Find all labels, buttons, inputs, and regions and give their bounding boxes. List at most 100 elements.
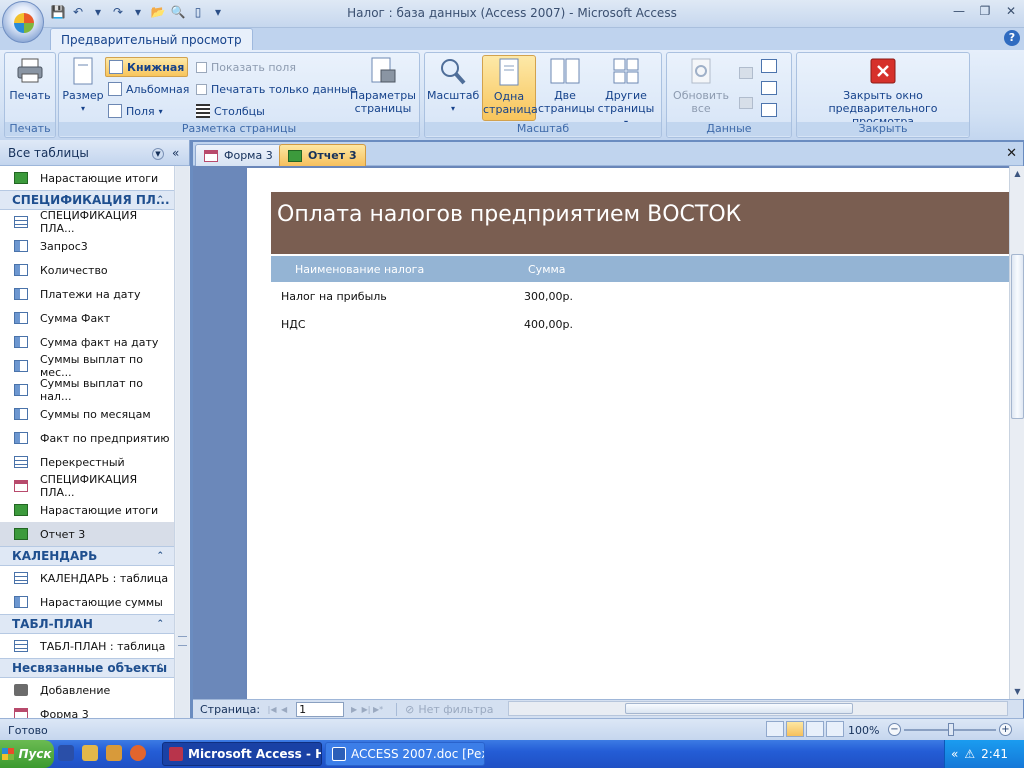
print-preview-view-icon[interactable] <box>786 721 804 737</box>
landscape-button[interactable]: Альбомная <box>105 79 192 99</box>
export-word-icon[interactable] <box>761 59 777 73</box>
layout-view-icon[interactable] <box>806 721 824 737</box>
nav-item[interactable]: Нарастающие итоги <box>0 498 174 522</box>
preview-horizontal-scrollbar[interactable] <box>508 701 1008 716</box>
print-data-only-checkbox[interactable]: Печатать только данные <box>193 79 360 99</box>
margins-dropdown-icon: ▾ <box>158 106 163 116</box>
report-icon <box>288 149 302 162</box>
close-icon[interactable]: ✕ <box>1002 3 1020 19</box>
group-data: Обновить все Данные <box>666 52 792 138</box>
zoom-out-icon[interactable]: − <box>888 723 901 736</box>
prev-page-icon[interactable]: ◀ <box>278 705 290 714</box>
nav-group-header[interactable]: СПЕЦИФИКАЦИЯ ПЛ... ⌃ <box>0 190 174 210</box>
report-view-icon[interactable] <box>766 721 784 737</box>
new-page-icon[interactable]: ▶* <box>372 705 384 714</box>
size-button[interactable]: Размер ▾ <box>61 55 105 115</box>
nav-scrollbar[interactable] <box>174 166 190 718</box>
nav-collapse-icon[interactable]: « <box>172 146 179 160</box>
tray-expand-icon[interactable]: « <box>951 747 958 761</box>
margins-button[interactable]: Поля ▾ <box>105 101 166 121</box>
next-page-icon[interactable]: ▶ <box>348 705 360 714</box>
columns-button[interactable]: Столбцы <box>193 101 268 121</box>
warning-icon[interactable]: ⚠ <box>964 747 975 761</box>
filter-indicator[interactable]: ⊘ Нет фильтра <box>396 702 493 716</box>
chevron-up-icon[interactable]: ⌃ <box>156 619 164 629</box>
design-view-icon[interactable] <box>826 721 844 737</box>
nav-item[interactable]: Суммы по месяцам <box>0 402 174 426</box>
nav-item[interactable]: Добавление <box>0 678 174 702</box>
nav-item[interactable]: ТАБЛ-ПЛАН : таблица <box>0 634 174 658</box>
row-tax-name: НДС <box>281 318 306 331</box>
scroll-down-icon[interactable]: ▼ <box>1011 684 1024 699</box>
nav-dropdown-icon[interactable]: ▼ <box>152 148 164 160</box>
nav-item[interactable]: Нарастающие итоги <box>0 166 174 190</box>
nav-group-header[interactable]: КАЛЕНДАРЬ ⌃ <box>0 546 174 566</box>
restore-icon[interactable]: ❐ <box>976 3 994 19</box>
nav-list: Нарастающие итоги СПЕЦИФИКАЦИЯ ПЛ... ⌃ СПЕЦ… <box>0 166 174 718</box>
search-icon[interactable] <box>82 745 98 761</box>
zoom-button[interactable]: Масштаб ▾ <box>427 55 479 115</box>
two-pages-button[interactable]: Две страницы <box>538 55 595 115</box>
vertical-scroll-thumb[interactable] <box>1011 254 1024 419</box>
export-text-icon[interactable] <box>739 97 753 109</box>
show-margins-checkbox[interactable]: Показать поля <box>193 57 299 77</box>
nav-header[interactable]: Все таблицы ▼ « <box>0 140 189 166</box>
print-button[interactable]: Печать <box>7 55 53 102</box>
chevron-up-icon[interactable]: ⌃ <box>156 551 164 561</box>
nav-item[interactable]: Запрос3 <box>0 234 174 258</box>
table-icon <box>14 572 28 584</box>
chevron-up-icon[interactable]: ⌃ <box>156 195 164 205</box>
refresh-all-button[interactable]: Обновить все <box>669 55 733 115</box>
first-page-icon[interactable]: |◀ <box>266 705 278 714</box>
export-list-icon[interactable] <box>761 81 777 95</box>
nav-item[interactable]: Перекрестный <box>0 450 174 474</box>
start-button[interactable]: Пуск <box>0 740 54 768</box>
nav-item[interactable]: Факт по предприятию <box>0 426 174 450</box>
nav-item[interactable]: Форма 3 <box>0 702 174 718</box>
tab-report3[interactable]: Отчет 3 <box>279 144 366 166</box>
office-button[interactable] <box>2 1 44 43</box>
nav-item[interactable]: СПЕЦИФИКАЦИЯ ПЛА... <box>0 473 174 499</box>
export-more-icon[interactable] <box>761 103 777 117</box>
one-page-button[interactable]: Одна страница <box>482 55 538 121</box>
help-icon[interactable]: ? <box>1004 30 1020 46</box>
app-icon[interactable] <box>106 745 122 761</box>
nav-group-header[interactable]: ТАБЛ-ПЛАН ⌃ <box>0 614 174 634</box>
taskbar-item-access[interactable]: Microsoft Access - На... <box>162 742 322 766</box>
close-preview-button[interactable]: Закрыть окно предварительного просмотра <box>799 55 967 128</box>
nav-item[interactable]: КАЛЕНДАРЬ : таблица <box>0 566 174 590</box>
page-setup-button[interactable]: Параметры страницы <box>349 55 417 115</box>
nav-item[interactable]: Нарастающие суммы <box>0 590 174 614</box>
horizontal-scroll-thumb[interactable] <box>625 703 853 714</box>
nav-item[interactable]: Количество <box>0 258 174 282</box>
view-buttons <box>766 721 844 737</box>
more-pages-button[interactable]: Другие страницы ▾ <box>595 55 657 129</box>
zoom-in-icon[interactable]: + <box>999 723 1012 736</box>
nav-item-label: Платежи на дату <box>40 287 141 301</box>
last-page-icon[interactable]: ▶| <box>360 705 372 714</box>
nav-item[interactable]: Суммы выплат по мес... <box>0 353 174 379</box>
export-excel-icon[interactable] <box>739 67 753 79</box>
nav-item[interactable]: СПЕЦИФИКАЦИЯ ПЛА... <box>0 209 174 235</box>
show-desktop-icon[interactable] <box>58 745 74 761</box>
close-document-icon[interactable]: ✕ <box>1006 146 1017 161</box>
page-number-field[interactable]: 1 <box>296 701 345 717</box>
nav-item[interactable]: Отчет 3 <box>0 522 174 546</box>
nav-item-label: СПЕЦИФИКАЦИЯ ПЛА... <box>40 209 138 235</box>
tab-form3[interactable]: Форма 3 <box>195 144 282 166</box>
minimize-icon[interactable]: — <box>950 3 968 19</box>
zoom-slider[interactable]: − + <box>888 723 1012 737</box>
nav-item[interactable]: Сумма Факт <box>0 306 174 330</box>
scroll-up-icon[interactable]: ▲ <box>1011 166 1024 181</box>
tab-print-preview[interactable]: Предварительный просмотр <box>50 28 253 50</box>
zoom-knob[interactable] <box>948 723 954 736</box>
firefox-icon[interactable] <box>130 745 146 761</box>
nav-item[interactable]: Суммы выплат по нал... <box>0 377 174 403</box>
preview-vertical-scrollbar[interactable]: ▲ ▼ <box>1009 166 1024 699</box>
nav-group-header[interactable]: Несвязанные объекты ⌃ <box>0 658 174 678</box>
chevron-up-icon[interactable]: ⌃ <box>156 663 164 673</box>
nav-item[interactable]: Сумма факт на дату <box>0 330 174 354</box>
portrait-button[interactable]: Книжная <box>105 57 189 77</box>
nav-item[interactable]: Платежи на дату <box>0 282 174 306</box>
taskbar-item-word[interactable]: ACCESS 2007.doc [Режи... <box>325 742 485 766</box>
